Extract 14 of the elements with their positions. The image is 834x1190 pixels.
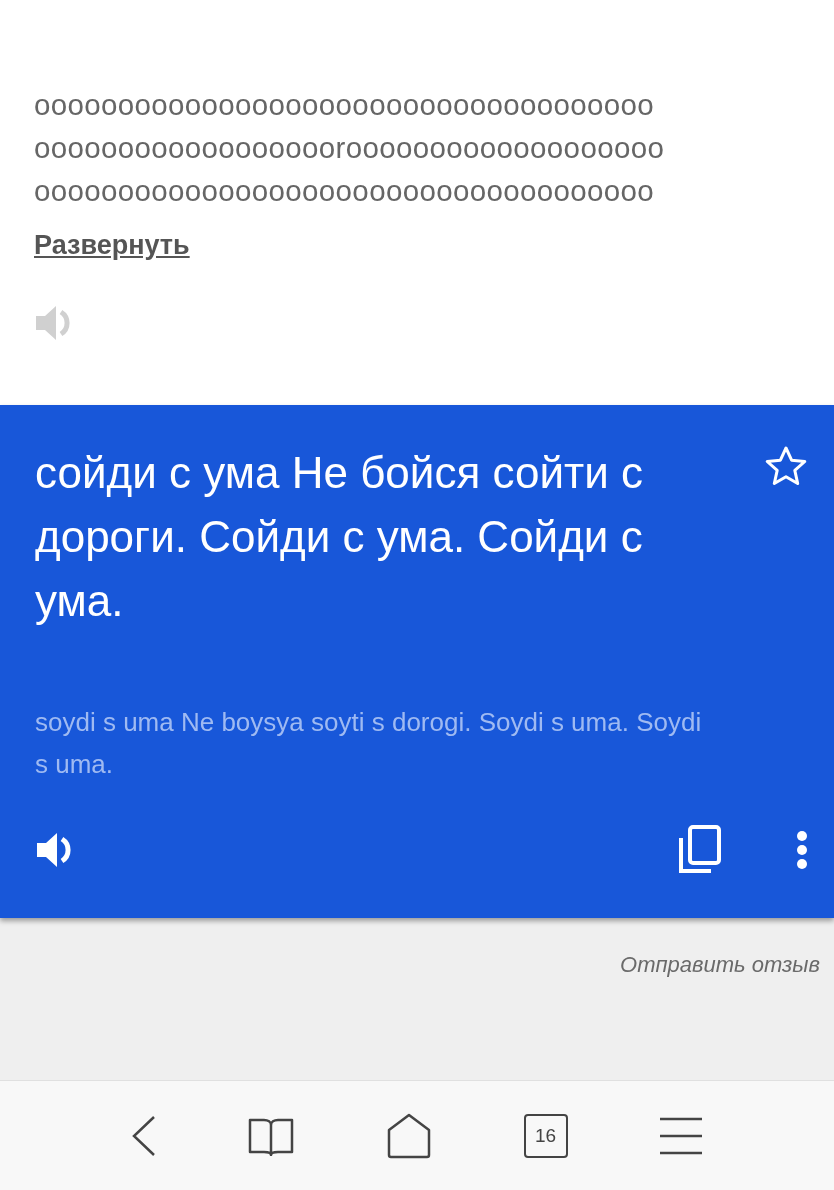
star-icon[interactable] <box>764 445 808 487</box>
translation-text: сойди с ума Не бойся сойти с дороги. Сойди с ума. Сойди с ума. <box>35 447 644 627</box>
source-text-line: oooooooooooooooooorooooooooooooooooooo <box>34 130 666 166</box>
more-options-icon[interactable] <box>796 830 808 870</box>
source-text-line: ooooooooooooooooooooooooooooooooooooo <box>34 173 655 209</box>
tab-count[interactable]: 16 <box>523 1113 568 1158</box>
feedback-link[interactable]: Отправить отзыв <box>620 952 820 980</box>
home-icon[interactable] <box>386 1111 432 1160</box>
back-icon[interactable] <box>130 1114 157 1157</box>
copy-icon[interactable] <box>676 824 724 876</box>
menu-icon[interactable] <box>659 1116 704 1155</box>
expand-link[interactable]: Развернуть <box>34 230 190 261</box>
source-text-line: ooooooooooooooooooooooooooooooooooooo <box>34 87 655 123</box>
transliteration-text: soydi s uma Ne boysya soyti s dorogi. Soydi s uma. Soydi s uma. <box>35 706 703 781</box>
